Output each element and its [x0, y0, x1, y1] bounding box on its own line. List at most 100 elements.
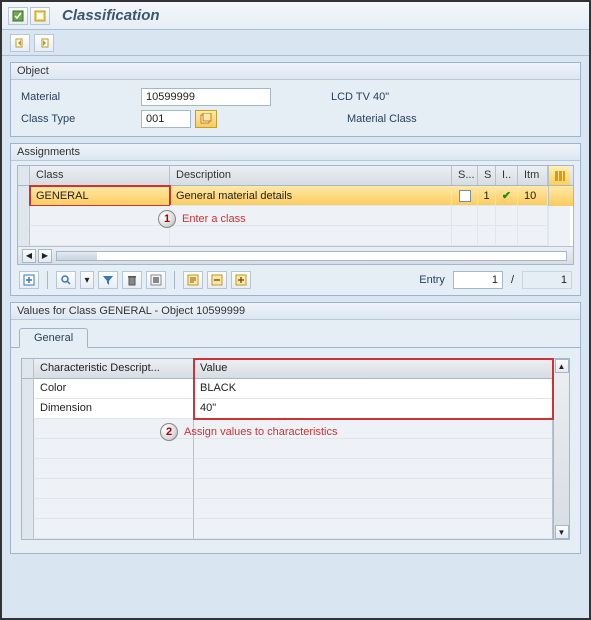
assignments-header-row: Class Description S... S I.. Itm: [18, 166, 573, 186]
row-end-cell: [548, 226, 570, 246]
cell-status-number: 1: [478, 186, 496, 206]
column-header-class[interactable]: Class: [30, 166, 170, 185]
row-selector[interactable]: [22, 419, 34, 439]
find-icon[interactable]: [56, 271, 76, 289]
callout-1-text: Enter a class: [182, 213, 246, 225]
tab-general[interactable]: General: [19, 328, 88, 348]
classtype-description: Material Class: [347, 113, 417, 125]
values-panel-header: Values for Class GENERAL - Object 105999…: [11, 303, 580, 320]
cell-status-icon: [496, 226, 518, 246]
cell-class[interactable]: [30, 206, 170, 226]
column-header-description[interactable]: Description: [170, 166, 452, 185]
row-selector[interactable]: [22, 399, 34, 419]
table-row[interactable]: Dimension 40": [22, 399, 553, 419]
expand-icon[interactable]: [231, 271, 251, 289]
delete-icon[interactable]: [122, 271, 142, 289]
values-vertical-scrollbar[interactable]: ▲ ▼: [554, 358, 570, 540]
scroll-left-icon[interactable]: ◀: [22, 249, 36, 263]
scrollbar-thumb[interactable]: [57, 252, 97, 260]
cell-char-value[interactable]: 40": [194, 399, 553, 419]
column-header-status[interactable]: S: [478, 166, 496, 185]
column-header-value[interactable]: Value: [194, 359, 553, 378]
column-header-standard[interactable]: S...: [452, 166, 478, 185]
material-input[interactable]: 10599999: [141, 88, 271, 106]
row-selector-header: [22, 359, 34, 378]
assignments-toolbar: ▾ Entry 1 / 1: [11, 265, 580, 295]
entry-separator: /: [511, 274, 514, 286]
row-selector[interactable]: [18, 226, 30, 246]
object-panel: Object Material 10599999 LCD TV 40" Clas…: [10, 62, 581, 137]
material-label: Material: [21, 91, 141, 103]
classtype-search-help-icon[interactable]: [195, 110, 217, 128]
cell-char-value[interactable]: BLACK: [194, 379, 553, 399]
cell-status-number: [478, 226, 496, 246]
table-row-empty[interactable]: [22, 479, 553, 499]
new-entries-icon[interactable]: [19, 271, 39, 289]
column-config-icon[interactable]: [548, 166, 570, 185]
table-row-empty[interactable]: [18, 206, 573, 226]
row-selector[interactable]: [18, 186, 30, 206]
values-tab-strip: General: [11, 320, 580, 348]
table-row-empty[interactable]: [22, 439, 553, 459]
row-selector[interactable]: [18, 206, 30, 226]
cell-char-description: Color: [34, 379, 194, 399]
cell-class[interactable]: GENERAL: [30, 186, 170, 206]
row-selector[interactable]: [22, 459, 34, 479]
checkbox-icon[interactable]: [459, 190, 471, 202]
scroll-down-icon[interactable]: ▼: [555, 525, 569, 539]
menu-icon[interactable]: [8, 7, 28, 25]
table-row[interactable]: Color BLACK: [22, 379, 553, 399]
scroll-right-icon[interactable]: ▶: [38, 249, 52, 263]
secondary-toolbar: [2, 30, 589, 56]
classtype-input[interactable]: 001: [141, 110, 191, 128]
row-selector[interactable]: [22, 439, 34, 459]
column-header-icon[interactable]: I..: [496, 166, 518, 185]
next-object-icon[interactable]: [34, 34, 54, 52]
object-panel-header: Object: [11, 63, 580, 80]
collapse-icon[interactable]: [207, 271, 227, 289]
table-row-empty[interactable]: [22, 519, 553, 539]
column-header-char-description[interactable]: Characteristic Descript...: [34, 359, 194, 378]
horizontal-scrollbar[interactable]: [56, 251, 567, 261]
entry-total: 1: [522, 271, 572, 289]
assignments-scroll-footer: ◀ ▶: [18, 246, 573, 264]
table-row-empty[interactable]: [22, 459, 553, 479]
cell-class[interactable]: [30, 226, 170, 246]
callout-badge-2: 2: [160, 423, 178, 441]
entry-label: Entry: [419, 274, 445, 286]
column-header-item[interactable]: Itm: [518, 166, 548, 185]
table-row-empty[interactable]: [22, 499, 553, 519]
select-all-icon[interactable]: [146, 271, 166, 289]
toolbar-divider: [174, 271, 175, 289]
entry-current-input[interactable]: 1: [453, 271, 503, 289]
cell-status-icon: [496, 206, 518, 226]
row-selector[interactable]: [22, 519, 34, 539]
detail-icon[interactable]: [183, 271, 203, 289]
row-end-cell: [548, 206, 570, 226]
row-selector-header: [18, 166, 30, 185]
cell-char-description: Dimension: [34, 399, 194, 419]
callout-badge-1: 1: [158, 210, 176, 228]
table-row-empty[interactable]: [18, 226, 573, 246]
help-icon[interactable]: [30, 7, 50, 25]
prev-object-icon[interactable]: [10, 34, 30, 52]
check-icon: ✔: [502, 189, 511, 202]
row-selector[interactable]: [22, 479, 34, 499]
cell-item: [518, 226, 548, 246]
title-bar: Classification: [2, 2, 589, 30]
scroll-up-icon[interactable]: ▲: [555, 359, 569, 373]
values-table: Characteristic Descript... Value Color B…: [21, 358, 554, 540]
cell-description: [170, 226, 452, 246]
cell-standard-checkbox[interactable]: [452, 186, 478, 206]
row-selector[interactable]: [22, 379, 34, 399]
assignments-panel: Assignments Class Description S... S I..…: [10, 143, 581, 296]
find-dropdown-icon[interactable]: ▾: [80, 271, 94, 289]
row-selector[interactable]: [22, 499, 34, 519]
material-description: LCD TV 40": [331, 91, 389, 103]
cell-description: General material details: [170, 186, 452, 206]
assignments-panel-header: Assignments: [11, 144, 580, 161]
table-row[interactable]: GENERAL General material details 1 ✔ 10: [18, 186, 573, 206]
values-panel: Values for Class GENERAL - Object 105999…: [10, 302, 581, 554]
cell-item: 10: [518, 186, 548, 206]
filter-icon[interactable]: [98, 271, 118, 289]
